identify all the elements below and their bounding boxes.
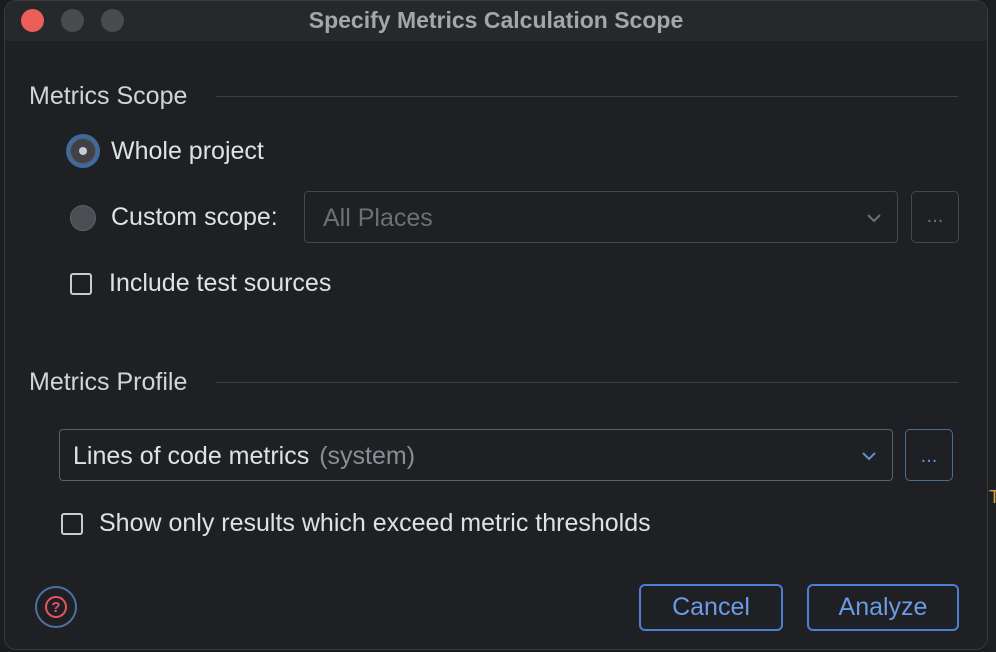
metrics-profile-heading: Metrics Profile (29, 368, 188, 396)
show-exceeding-label[interactable]: Show only results which exceed metric th… (99, 509, 651, 538)
metrics-scope-dialog: Specify Metrics Calculation Scope Metric… (4, 0, 988, 650)
whole-project-radio[interactable] (70, 138, 96, 164)
metrics-scope-divider (216, 96, 958, 97)
help-icon: ? (45, 596, 67, 618)
include-test-sources-checkbox[interactable] (70, 273, 92, 295)
custom-scope-browse-button[interactable]: ... (911, 191, 959, 243)
metrics-profile-dropdown[interactable]: Lines of code metrics (system) (59, 429, 893, 481)
show-exceeding-checkbox[interactable] (61, 513, 83, 535)
chevron-down-icon (867, 214, 881, 223)
profile-name: Lines of code metrics (73, 442, 310, 470)
custom-scope-dropdown[interactable]: All Places (304, 191, 898, 243)
background-editor (988, 0, 996, 652)
metrics-profile-value: Lines of code metrics (system) (73, 442, 415, 471)
title-bar: Specify Metrics Calculation Scope (5, 1, 987, 41)
whole-project-label[interactable]: Whole project (111, 137, 264, 166)
profile-suffix: (system) (319, 442, 416, 470)
dialog-title: Specify Metrics Calculation Scope (308, 7, 684, 33)
radio-selected-dot (79, 147, 87, 155)
custom-scope-value: All Places (323, 204, 433, 232)
metrics-profile-divider (216, 382, 958, 383)
analyze-button[interactable]: Analyze (807, 584, 959, 631)
include-test-sources-label[interactable]: Include test sources (109, 269, 331, 298)
custom-scope-radio[interactable] (70, 205, 96, 231)
chevron-down-icon (862, 452, 876, 461)
metrics-scope-heading: Metrics Scope (29, 82, 188, 110)
background-editor-glyph: T (989, 487, 996, 507)
dialog-body: Metrics Scope Whole project Custom scope… (5, 41, 987, 649)
help-button[interactable]: ? (35, 586, 77, 628)
metrics-profile-browse-button[interactable]: ... (905, 429, 953, 481)
custom-scope-label[interactable]: Custom scope: (111, 203, 278, 232)
cancel-button[interactable]: Cancel (639, 584, 783, 631)
